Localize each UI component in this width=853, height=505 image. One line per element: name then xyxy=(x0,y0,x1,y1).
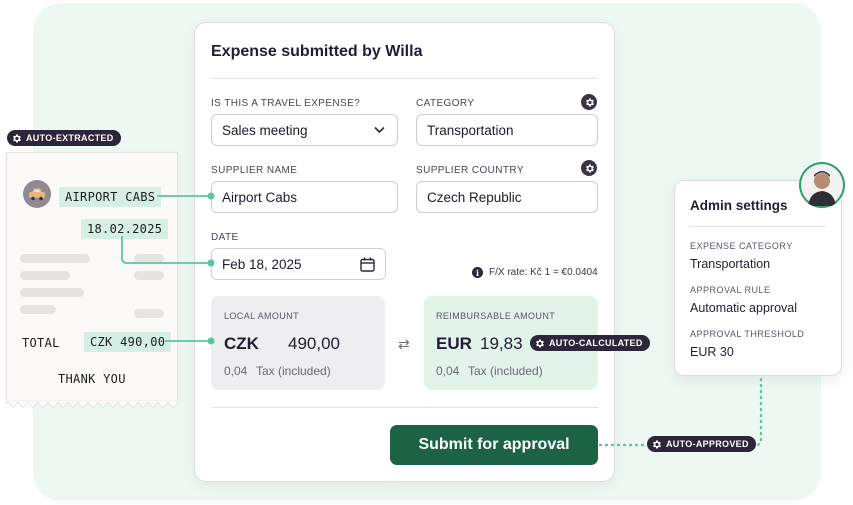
local-currency: CZK xyxy=(224,334,259,353)
receipt-total-label: TOTAL xyxy=(22,336,60,350)
receipt-torn-edge xyxy=(6,400,178,409)
approval-rule-label: APPROVAL RULE xyxy=(690,285,771,295)
gear-icon xyxy=(536,338,544,348)
approval-threshold-label: APPROVAL THRESHOLD xyxy=(690,329,805,339)
receipt-footer: THANK YOU xyxy=(58,372,126,386)
travel-expense-label: IS THIS A TRAVEL EXPENSE? xyxy=(211,98,361,109)
auto-extracted-badge: AUTO-EXTRACTED xyxy=(7,130,121,146)
supplier-name-label: SUPPLIER NAME xyxy=(211,165,298,176)
receipt-date: 18.02.2025 xyxy=(81,219,169,239)
auto-approved-badge: AUTO-APPROVED xyxy=(647,436,756,452)
local-tax-label: Tax (included) xyxy=(256,364,331,378)
receipt-line xyxy=(20,271,70,280)
reimbursable-tax-label: Tax (included) xyxy=(468,364,543,378)
approval-threshold-value: EUR 30 xyxy=(690,345,734,359)
date-field[interactable]: Feb 18, 2025 xyxy=(211,248,386,280)
divider xyxy=(211,407,598,408)
supplier-country-label: SUPPLIER COUNTRY xyxy=(416,165,524,176)
supplier-country-value: Czech Republic xyxy=(427,189,522,205)
receipt-line xyxy=(134,254,164,263)
travel-expense-select[interactable]: Sales meeting xyxy=(211,114,398,146)
admin-settings-title: Admin settings xyxy=(690,198,788,213)
category-settings-gear-icon[interactable] xyxy=(581,94,597,110)
date-label: DATE xyxy=(211,232,239,243)
info-icon: i xyxy=(472,267,483,278)
local-amount-value: 490,00 xyxy=(288,334,340,353)
supplier-name-value: Airport Cabs xyxy=(222,189,298,205)
fx-rate-text: F/X rate: Kč 1 = €0.0404 xyxy=(489,267,598,278)
travel-expense-value: Sales meeting xyxy=(222,122,308,138)
divider xyxy=(690,226,826,227)
expense-category-value: Transportation xyxy=(690,257,771,271)
taxi-icon xyxy=(23,180,51,208)
supplier-name-field[interactable]: Airport Cabs xyxy=(211,181,398,213)
gear-icon xyxy=(653,439,661,449)
local-amount-label: LOCAL AMOUNT xyxy=(224,311,299,321)
receipt-total-value: CZK 490,00 xyxy=(84,332,172,352)
gear-icon xyxy=(13,133,21,143)
badge-label: AUTO-EXTRACTED xyxy=(26,133,114,143)
country-settings-gear-icon[interactable] xyxy=(581,160,597,176)
receipt-line xyxy=(20,254,90,263)
date-value: Feb 18, 2025 xyxy=(222,256,302,272)
chevron-down-icon xyxy=(374,126,385,134)
submit-for-approval-button[interactable]: Submit for approval xyxy=(390,425,598,465)
reimbursable-tax-value: 0,04 xyxy=(436,364,460,378)
expense-category-label: EXPENSE CATEGORY xyxy=(690,241,793,251)
badge-label: AUTO-CALCULATED xyxy=(549,338,643,348)
swap-arrows-icon: ⇄ xyxy=(398,336,410,352)
reimbursable-currency: EUR xyxy=(436,334,472,353)
supplier-country-field[interactable]: Czech Republic xyxy=(416,181,598,213)
avatar xyxy=(799,162,845,208)
badge-label: AUTO-APPROVED xyxy=(666,439,749,449)
receipt-line xyxy=(20,288,84,297)
receipt-line xyxy=(20,305,56,314)
reimbursable-amount-label: REIMBURSABLE AMOUNT xyxy=(436,311,556,321)
receipt-line xyxy=(134,309,164,318)
divider xyxy=(211,78,598,79)
auto-calculated-badge: AUTO-CALCULATED xyxy=(530,335,650,351)
reimbursable-amount-value: 19,83 xyxy=(480,334,523,353)
local-tax-value: 0,04 xyxy=(224,364,248,378)
page-title: Expense submitted by Willa xyxy=(211,43,423,60)
receipt-line xyxy=(134,271,164,280)
receipt-supplier: AIRPORT CABS xyxy=(59,187,162,207)
fx-rate: i F/X rate: Kč 1 = €0.0404 xyxy=(472,267,598,278)
category-value: Transportation xyxy=(427,122,514,138)
category-label: CATEGORY xyxy=(416,98,475,109)
approval-rule-value: Automatic approval xyxy=(690,301,798,315)
category-field[interactable]: Transportation xyxy=(416,114,598,146)
calendar-icon[interactable] xyxy=(360,257,375,272)
